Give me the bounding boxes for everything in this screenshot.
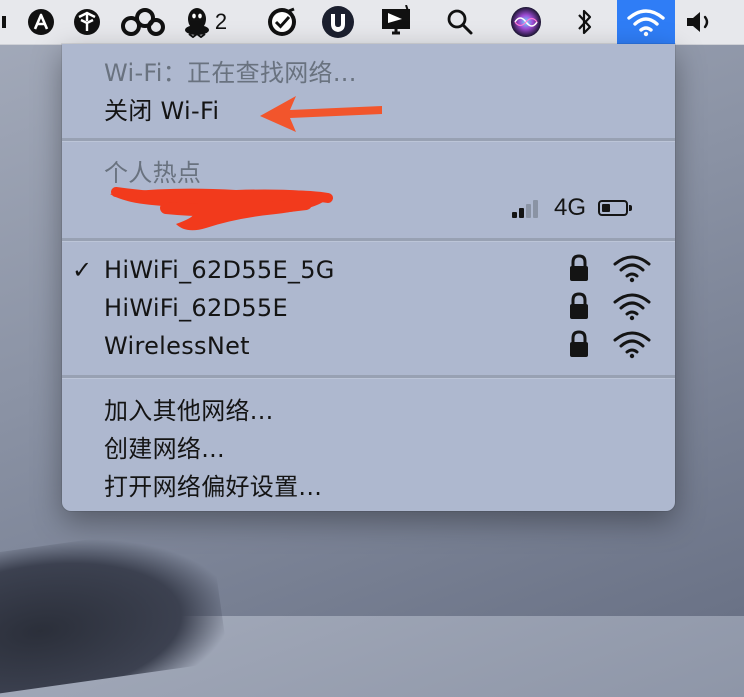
open-network-preferences-label: 打开网络偏好设置...: [104, 472, 323, 501]
wifi-signal-icon: [612, 291, 652, 325]
cellular-bar: [512, 212, 517, 218]
qq-badge-count: 2: [214, 9, 228, 34]
app-cube-icon[interactable]: [70, 0, 104, 44]
open-network-preferences-item[interactable]: 打开网络偏好设置...: [62, 466, 675, 502]
flag-display-icon[interactable]: [376, 0, 416, 44]
wifi-network-ssid: HiWiFi_62D55E: [104, 294, 288, 322]
annotation-arrow: [260, 96, 382, 132]
connected-check-icon: ✓: [72, 256, 93, 284]
turn-off-wifi-label: 关闭 Wi-Fi: [104, 96, 220, 125]
join-other-network-item[interactable]: 加入其他网络...: [62, 390, 675, 426]
wifi-signal-icon: [612, 253, 652, 287]
wifi-status-row: Wi-Fi：正在查找网络...: [62, 52, 675, 88]
menubar-edge-fragment: [0, 0, 10, 44]
bluetooth-icon[interactable]: [570, 0, 600, 44]
menu-separator: [62, 375, 675, 379]
wifi-network-item[interactable]: ✓ HiWiFi_62D55E_5G: [62, 252, 675, 288]
menu-bar: 2: [0, 0, 744, 45]
hotspot-header-row: 个人热点: [62, 152, 675, 188]
cellular-bar: [526, 204, 531, 218]
shield-app-icon[interactable]: [318, 0, 358, 44]
desktop-wallpaper: [0, 522, 229, 697]
join-other-network-label: 加入其他网络...: [104, 396, 274, 425]
battery-icon: [598, 200, 633, 216]
wifi-network-item[interactable]: WirelessNet: [62, 328, 675, 364]
wifi-dropdown-menu: Wi-Fi：正在查找网络... 关闭 Wi-Fi 个人热点 4G ✓ HiWiFi…: [62, 44, 675, 511]
qq-penguin-icon: [184, 8, 209, 38]
app-a-icon[interactable]: [24, 0, 58, 44]
siri-icon[interactable]: [506, 0, 546, 44]
cellular-bar: [519, 208, 524, 218]
volume-icon[interactable]: [682, 0, 718, 44]
cellular-bar: [533, 200, 538, 218]
network-type-label: 4G: [554, 194, 587, 221]
battery-level-fill: [602, 204, 611, 212]
lock-icon: [568, 292, 590, 324]
hotspot-header: 个人热点: [104, 158, 202, 187]
menu-separator: [62, 138, 675, 142]
wifi-network-ssid: HiWiFi_62D55E_5G: [104, 256, 335, 284]
wifi-signal-icon: [612, 329, 652, 363]
redaction-scribble: [110, 187, 333, 231]
wifi-network-item[interactable]: HiWiFi_62D55E: [62, 290, 675, 326]
menu-separator: [62, 238, 675, 242]
create-network-item[interactable]: 创建网络...: [62, 428, 675, 464]
lock-icon: [568, 330, 590, 362]
wifi-status-text: Wi-Fi：正在查找网络...: [104, 58, 357, 87]
spotlight-search-icon[interactable]: [442, 0, 478, 44]
check-app-icon[interactable]: [262, 0, 302, 44]
wifi-network-ssid: WirelessNet: [104, 332, 250, 360]
wifi-icon[interactable]: [617, 0, 675, 44]
app-infinity-icon[interactable]: [116, 0, 168, 44]
create-network-label: 创建网络...: [104, 434, 225, 463]
cellular-signal-icon: [512, 198, 540, 218]
qq-menu-item[interactable]: 2: [178, 0, 232, 44]
lock-icon: [568, 254, 590, 286]
hotspot-meta: 4G: [512, 194, 633, 222]
